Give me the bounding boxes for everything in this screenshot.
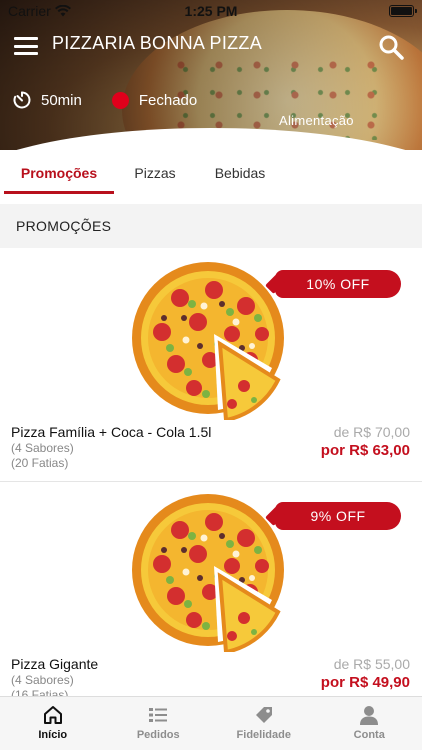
product-card[interactable]: 9% OFF Pizza Gigante (4 Sabores) (16 Fat… (0, 482, 422, 714)
store-category: Alimentação (279, 113, 354, 128)
product-name: Pizza Família + Coca - Cola 1.5l (11, 424, 212, 440)
nav-label: Pedidos (136, 729, 180, 741)
tab-promocoes[interactable]: Promoções (4, 156, 114, 194)
home-icon (43, 706, 62, 724)
new-price: por R$ 63,00 (320, 442, 410, 459)
timer-icon (13, 91, 31, 109)
nav-pedidos[interactable]: Pedidos (106, 697, 212, 750)
category-tabs: Promoções Pizzas Bebidas (0, 156, 422, 196)
battery-icon (389, 5, 417, 17)
store-status: Fechado (138, 91, 198, 109)
carrier-label: Carrier (8, 3, 51, 19)
old-price: de R$ 55,00 (333, 656, 410, 672)
store-info: 50min Fechado (12, 90, 197, 110)
discount-badge: 9% OFF (275, 502, 401, 530)
product-name: Pizza Gigante (11, 656, 99, 672)
nav-label: Início (38, 729, 68, 741)
product-card[interactable]: 10% OFF Pizza Família + Coca - Cola 1.5l… (0, 250, 422, 482)
discount-badge: 10% OFF (275, 270, 401, 298)
new-price: por R$ 49,90 (320, 674, 410, 691)
store-title: PIZZARIA BONNA PIZZA (52, 33, 263, 53)
nav-conta[interactable]: Conta (317, 697, 422, 750)
tag-icon (255, 707, 272, 723)
nav-fidelidade[interactable]: Fidelidade (211, 697, 317, 750)
nav-label: Fidelidade (236, 729, 291, 741)
closed-status-dot (111, 91, 129, 109)
old-price: de R$ 70,00 (333, 424, 410, 440)
search-icon[interactable] (378, 34, 404, 60)
product-slices: (20 Fatias) (11, 456, 69, 470)
user-icon (360, 706, 379, 725)
nav-label: Conta (353, 729, 385, 741)
delivery-time: 50min (41, 91, 82, 109)
nav-inicio[interactable]: Início (0, 697, 106, 750)
wifi-icon (54, 5, 71, 17)
list-icon (149, 708, 168, 722)
store-header (0, 0, 422, 150)
bottom-navigation: Início Pedidos Fidelidade Conta (0, 696, 422, 750)
tab-pizzas[interactable]: Pizzas (123, 156, 187, 194)
status-bar: Carrier 1:25 PM (0, 0, 422, 22)
tab-bebidas[interactable]: Bebidas (204, 156, 276, 194)
hamburger-menu-icon[interactable] (14, 37, 38, 55)
product-flavors: (4 Sabores) (11, 441, 74, 455)
section-title: PROMOÇÕES (0, 204, 422, 248)
product-flavors: (4 Sabores) (11, 673, 74, 687)
